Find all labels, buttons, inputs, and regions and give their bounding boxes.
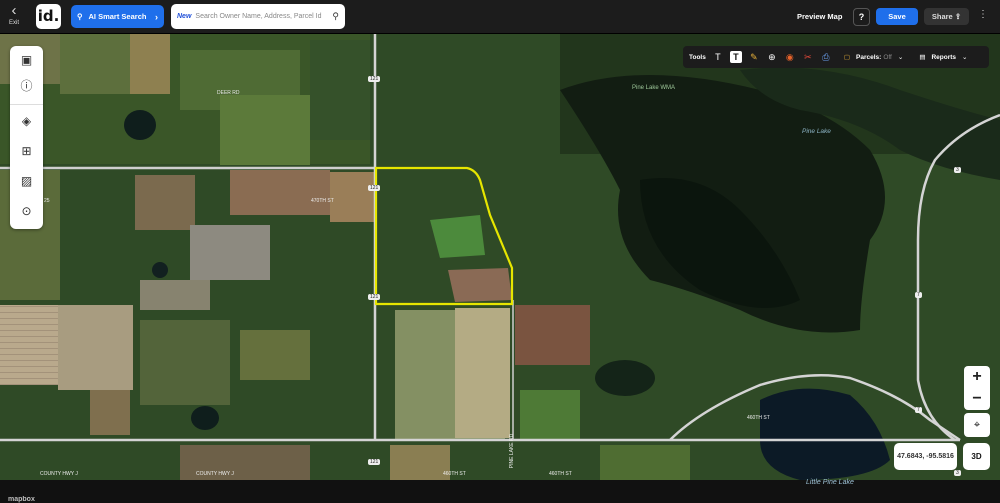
- map-label-pine-lake-wma: Pine Lake WMA: [632, 85, 676, 91]
- circle-icon[interactable]: ◉: [784, 51, 796, 63]
- chevron-down-icon[interactable]: ⌄: [898, 53, 903, 61]
- parcels-label[interactable]: Parcels:: [856, 54, 881, 61]
- satellite-map[interactable]: DEER RD Pine Lake WMA Pine Lake Little P…: [0, 34, 1000, 503]
- panel-icon[interactable]: ▣: [17, 51, 36, 70]
- left-toolbar: ▣ ⓘ ◈ ⊞ ▨ ⊙: [10, 46, 43, 229]
- map-label-pine-lake: Pine Lake: [802, 128, 831, 135]
- chevron-left-icon: ‹: [11, 2, 17, 19]
- share-icon: ⇪: [954, 12, 962, 21]
- parcels-square-icon: ▢: [843, 54, 851, 61]
- map-label-deer-rd: DEER RD: [217, 90, 240, 96]
- parcels-state: Off: [883, 53, 892, 61]
- zoom-in-button[interactable]: +: [964, 366, 990, 388]
- text-box-icon[interactable]: T: [729, 51, 742, 63]
- road-shield-121-mid: 121: [368, 185, 381, 191]
- search-icon: ⚲: [77, 12, 83, 21]
- search-placeholder: Search Owner Name, Address, Parcel Id: [195, 13, 322, 20]
- mapbox-attribution: mapbox: [8, 496, 35, 503]
- road-shield-7-b: 7: [915, 407, 922, 413]
- help-button[interactable]: ?: [853, 8, 870, 26]
- road-label-460th-a: 460TH ST: [443, 471, 466, 477]
- road-label-county-hwy-j-2: COUNTY HWY J: [196, 471, 234, 477]
- globe-icon[interactable]: ⊕: [766, 51, 778, 63]
- road-shield-121-bot: 121: [368, 459, 381, 465]
- ai-smart-search-label: AI Smart Search: [88, 12, 147, 21]
- coordinates-readout: 47.6843, -95.5816: [894, 443, 957, 470]
- reports-icon: ▤: [919, 54, 926, 61]
- road-label-pine-lake-rd: PINE LAKE RD: [509, 433, 516, 469]
- preview-map-button[interactable]: Preview Map: [797, 12, 842, 21]
- search-input[interactable]: New Search Owner Name, Address, Parcel I…: [171, 4, 345, 29]
- road-label-county-hwy-j: COUNTY HWY J: [40, 471, 78, 477]
- layers-icon[interactable]: ◈: [17, 112, 36, 131]
- map-label-little-pine-lake: Little Pine Lake: [806, 479, 854, 486]
- road-shield-3-a: 3: [954, 167, 961, 173]
- share-button[interactable]: Share ⇪: [924, 8, 969, 25]
- road-shield-7-a: 7: [915, 292, 922, 298]
- crosshair-icon[interactable]: ⌖: [964, 413, 990, 437]
- reports-button[interactable]: Reports: [931, 54, 956, 61]
- scissors-icon[interactable]: ✂: [802, 51, 814, 63]
- view-3d-button[interactable]: 3D: [963, 443, 990, 470]
- tools-bar: Tools T T ✎ ⊕ ◉ ✂ ⎙ ▢ Parcels: Off ⌄ ▤ R…: [683, 46, 989, 68]
- save-button[interactable]: Save: [876, 8, 918, 25]
- print-icon[interactable]: ⎙: [820, 51, 832, 63]
- road-shield-121-top: 121: [368, 76, 381, 82]
- exit-button[interactable]: ‹ Exit: [4, 2, 24, 30]
- ai-smart-search-button[interactable]: ⚲ AI Smart Search ›: [71, 5, 164, 28]
- exit-label: Exit: [8, 20, 19, 26]
- location-settings-icon[interactable]: ⊙: [17, 202, 36, 221]
- text-icon[interactable]: T: [712, 51, 724, 63]
- zoom-out-button[interactable]: −: [964, 388, 990, 410]
- zoom-control: + −: [964, 366, 990, 410]
- info-icon[interactable]: ⓘ: [17, 77, 36, 96]
- road-shield-3-b: 3: [954, 470, 961, 476]
- image-icon[interactable]: ▨: [17, 172, 36, 191]
- divider: [10, 104, 43, 105]
- road-shield-25: 25: [44, 198, 50, 204]
- sitemap-icon[interactable]: ⊞: [17, 142, 36, 161]
- road-label-460th-b: 460TH ST: [549, 471, 572, 477]
- vertical-ellipsis-icon[interactable]: ⋮: [978, 9, 988, 20]
- chevron-right-icon: ›: [155, 11, 158, 22]
- top-bar: ‹ Exit id. ⚲ AI Smart Search › New Searc…: [0, 0, 1000, 34]
- search-icon[interactable]: ⚲: [332, 11, 339, 22]
- new-badge: New: [177, 13, 192, 20]
- tools-label: Tools: [689, 53, 706, 61]
- road-label-460th-c: 460TH ST: [747, 415, 770, 421]
- chevron-down-icon[interactable]: ⌄: [962, 53, 967, 61]
- road-shield-121-low: 121: [368, 294, 381, 300]
- road-label-470th: 470TH ST: [311, 198, 334, 204]
- share-label: Share: [931, 12, 953, 21]
- ruler-icon[interactable]: ✎: [748, 51, 760, 63]
- app-logo[interactable]: id.: [36, 4, 61, 29]
